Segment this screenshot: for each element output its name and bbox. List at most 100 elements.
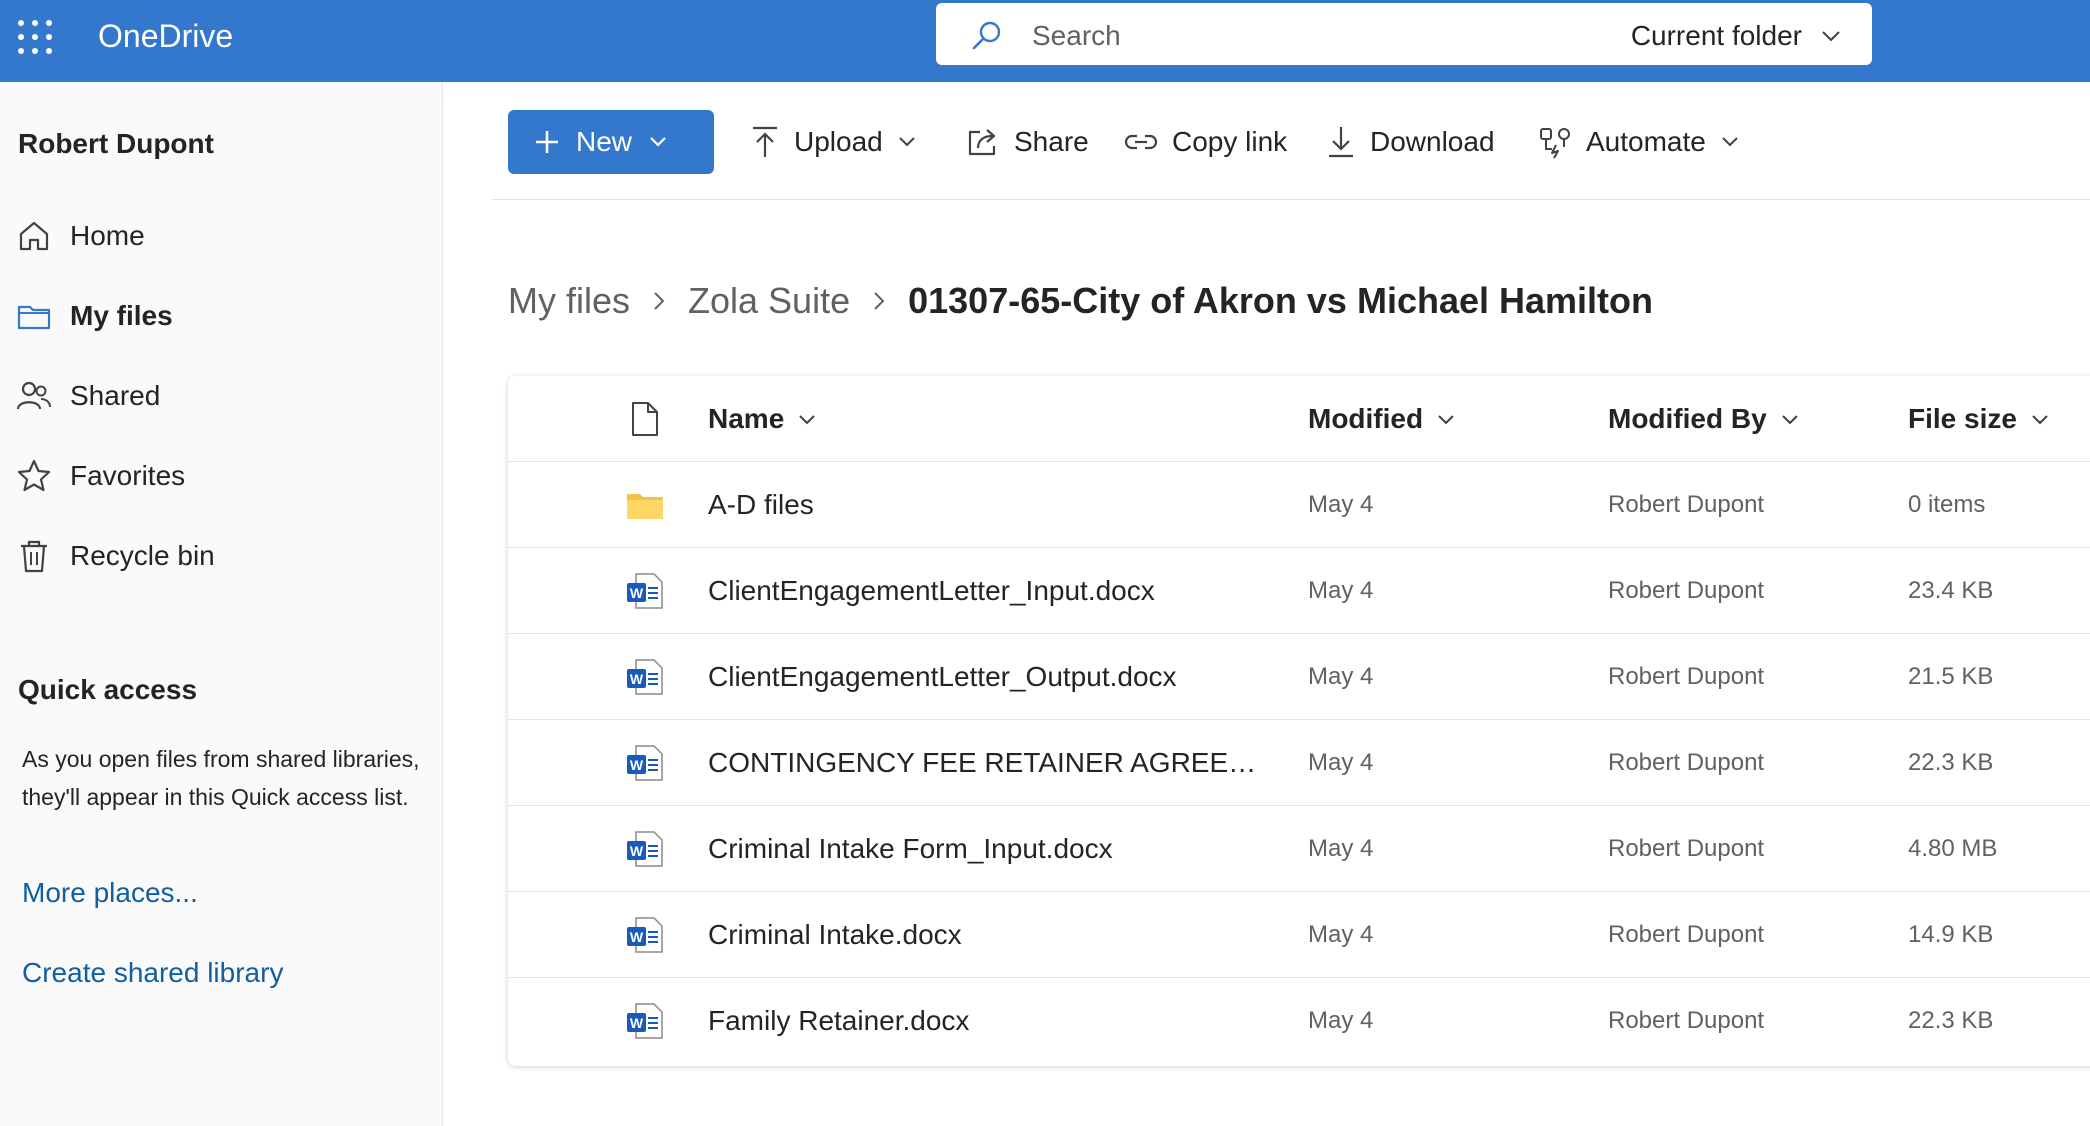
file-size: 22.3 KB: [1908, 1007, 1994, 1034]
automate-button[interactable]: Automate: [1538, 110, 1740, 174]
modified-by: Robert Dupont: [1608, 491, 1765, 518]
sidebar-item-favorites[interactable]: Favorites: [0, 446, 443, 506]
chevron-down-icon: [650, 137, 666, 147]
column-header-label: Name: [708, 403, 785, 434]
file-size: 22.3 KB: [1908, 749, 1994, 776]
svg-text:W: W: [630, 585, 644, 601]
chevron-down-icon: [1722, 137, 1738, 147]
file-row[interactable]: W Criminal Intake.docx May 4 Robert Dupo…: [508, 892, 2090, 978]
file-name[interactable]: Criminal Intake Form_Input.docx: [708, 832, 1268, 866]
breadcrumb-current: 01307-65-City of Akron vs Michael Hamilt…: [908, 280, 1653, 321]
file-type-icon[interactable]: [630, 400, 660, 438]
people-icon: [16, 381, 51, 410]
modified-date: May 4: [1308, 491, 1374, 518]
modified-date: May 4: [1308, 577, 1374, 604]
automate-label: Automate: [1586, 126, 1706, 157]
search-input[interactable]: Search: [1032, 20, 1121, 52]
quick-access-title: Quick access: [18, 674, 198, 705]
file-size: 23.4 KB: [1908, 577, 1994, 604]
download-button[interactable]: Download: [1326, 110, 1495, 174]
create-shared-library-link[interactable]: Create shared library: [22, 956, 283, 990]
share-icon: [968, 129, 996, 156]
copy-link-button[interactable]: Copy link: [1124, 110, 1287, 174]
breadcrumb-item-my-files[interactable]: My files: [508, 280, 630, 322]
chevron-right-icon: [872, 290, 886, 312]
download-label: Download: [1370, 126, 1495, 157]
trash-icon: [21, 540, 47, 573]
upload-label: Upload: [794, 126, 883, 157]
modified-date: May 4: [1308, 663, 1374, 690]
folder-icon: [17, 305, 51, 330]
modified-date: May 4: [1308, 749, 1374, 776]
modified-date: May 4: [1308, 835, 1374, 862]
file-row[interactable]: W Criminal Intake Form_Input.docx May 4 …: [508, 806, 2090, 892]
star-icon: [17, 459, 51, 492]
file-size: 0 items: [1908, 491, 1986, 518]
app-launcher-icon[interactable]: [16, 18, 52, 54]
home-icon: [19, 221, 49, 251]
top-bar: OneDrive Search Current folder: [0, 0, 2090, 82]
folder-icon: [627, 494, 663, 519]
plus-icon: [536, 131, 558, 153]
file-name[interactable]: ClientEngagementLetter_Input.docx: [708, 574, 1268, 608]
column-header-name[interactable]: Name: [708, 402, 816, 436]
word-document-icon: W: [627, 659, 663, 695]
file-row[interactable]: A-D files May 4 Robert Dupont 0 items: [508, 462, 2090, 548]
column-header-file-size[interactable]: File size: [1908, 402, 2049, 436]
modified-by: Robert Dupont: [1608, 921, 1765, 948]
modified-by: Robert Dupont: [1608, 835, 1765, 862]
chevron-down-icon: [2032, 414, 2048, 424]
app-title[interactable]: OneDrive: [98, 16, 233, 56]
word-document-icon: W: [627, 1003, 663, 1039]
more-places-link[interactable]: More places...: [22, 876, 198, 910]
file-name[interactable]: Criminal Intake.docx: [708, 918, 1268, 952]
modified-by: Robert Dupont: [1608, 577, 1765, 604]
search-scope-label: Current folder: [1630, 20, 1802, 51]
file-name[interactable]: CONTINGENCY FEE RETAINER AGREEMENT...: [708, 746, 1268, 780]
breadcrumb: My files Zola Suite 01307-65-City of Akr…: [508, 276, 1653, 326]
sidebar-item-my-files[interactable]: My files: [0, 286, 443, 346]
file-name[interactable]: ClientEngagementLetter_Output.docx: [708, 660, 1268, 694]
sidebar: Robert Dupont Home My files Shared Favor…: [0, 82, 443, 1126]
column-header-label: Modified By: [1608, 403, 1767, 434]
chevron-down-icon: [1781, 414, 1798, 424]
file-name[interactable]: A-D files: [708, 488, 1268, 522]
file-name[interactable]: Family Retainer.docx: [708, 1004, 1268, 1038]
chevron-right-icon: [652, 290, 666, 312]
sidebar-item-shared[interactable]: Shared: [0, 366, 443, 426]
new-button[interactable]: New: [508, 110, 714, 174]
file-row[interactable]: W ClientEngagementLetter_Output.docx May…: [508, 634, 2090, 720]
sidebar-item-recycle-bin[interactable]: Recycle bin: [0, 526, 443, 586]
column-header-modified-by[interactable]: Modified By: [1608, 402, 1799, 436]
sidebar-item-home[interactable]: Home: [0, 206, 443, 266]
svg-text:W: W: [630, 843, 644, 859]
svg-text:W: W: [630, 757, 644, 773]
file-row[interactable]: W Family Retainer.docx May 4 Robert Dupo…: [508, 978, 2090, 1064]
search-icon: [972, 21, 1001, 50]
file-list: Name Modified Modified By File size A-D …: [508, 376, 2090, 1066]
file-row[interactable]: W CONTINGENCY FEE RETAINER AGREEMENT... …: [508, 720, 2090, 806]
list-header: Name Modified Modified By File size: [508, 376, 2090, 462]
sidebar-item-label: Favorites: [70, 460, 186, 491]
search-box[interactable]: Search Current folder: [936, 3, 1872, 65]
search-scope-dropdown[interactable]: Current folder: [1631, 20, 1842, 52]
word-document-icon: W: [627, 573, 663, 609]
share-button[interactable]: Share: [966, 110, 1089, 174]
command-bar: New Upload Share Copy link Download Auto…: [492, 82, 2090, 200]
svg-text:W: W: [630, 1015, 644, 1031]
word-document-icon: W: [627, 831, 663, 867]
file-size: 14.9 KB: [1908, 921, 1994, 948]
modified-by: Robert Dupont: [1608, 1007, 1765, 1034]
upload-icon: [753, 126, 777, 157]
copy-link-label: Copy link: [1172, 126, 1288, 157]
chevron-down-icon: [899, 137, 915, 147]
breadcrumb-item-zola-suite[interactable]: Zola Suite: [688, 280, 850, 322]
share-label: Share: [1014, 126, 1089, 157]
file-size: 21.5 KB: [1908, 663, 1994, 690]
chevron-down-icon: [1438, 414, 1454, 424]
svg-text:W: W: [630, 929, 644, 945]
word-document-icon: W: [627, 917, 663, 953]
column-header-modified[interactable]: Modified: [1308, 402, 1455, 436]
upload-button[interactable]: Upload: [750, 110, 917, 174]
file-row[interactable]: W ClientEngagementLetter_Input.docx May …: [508, 548, 2090, 634]
